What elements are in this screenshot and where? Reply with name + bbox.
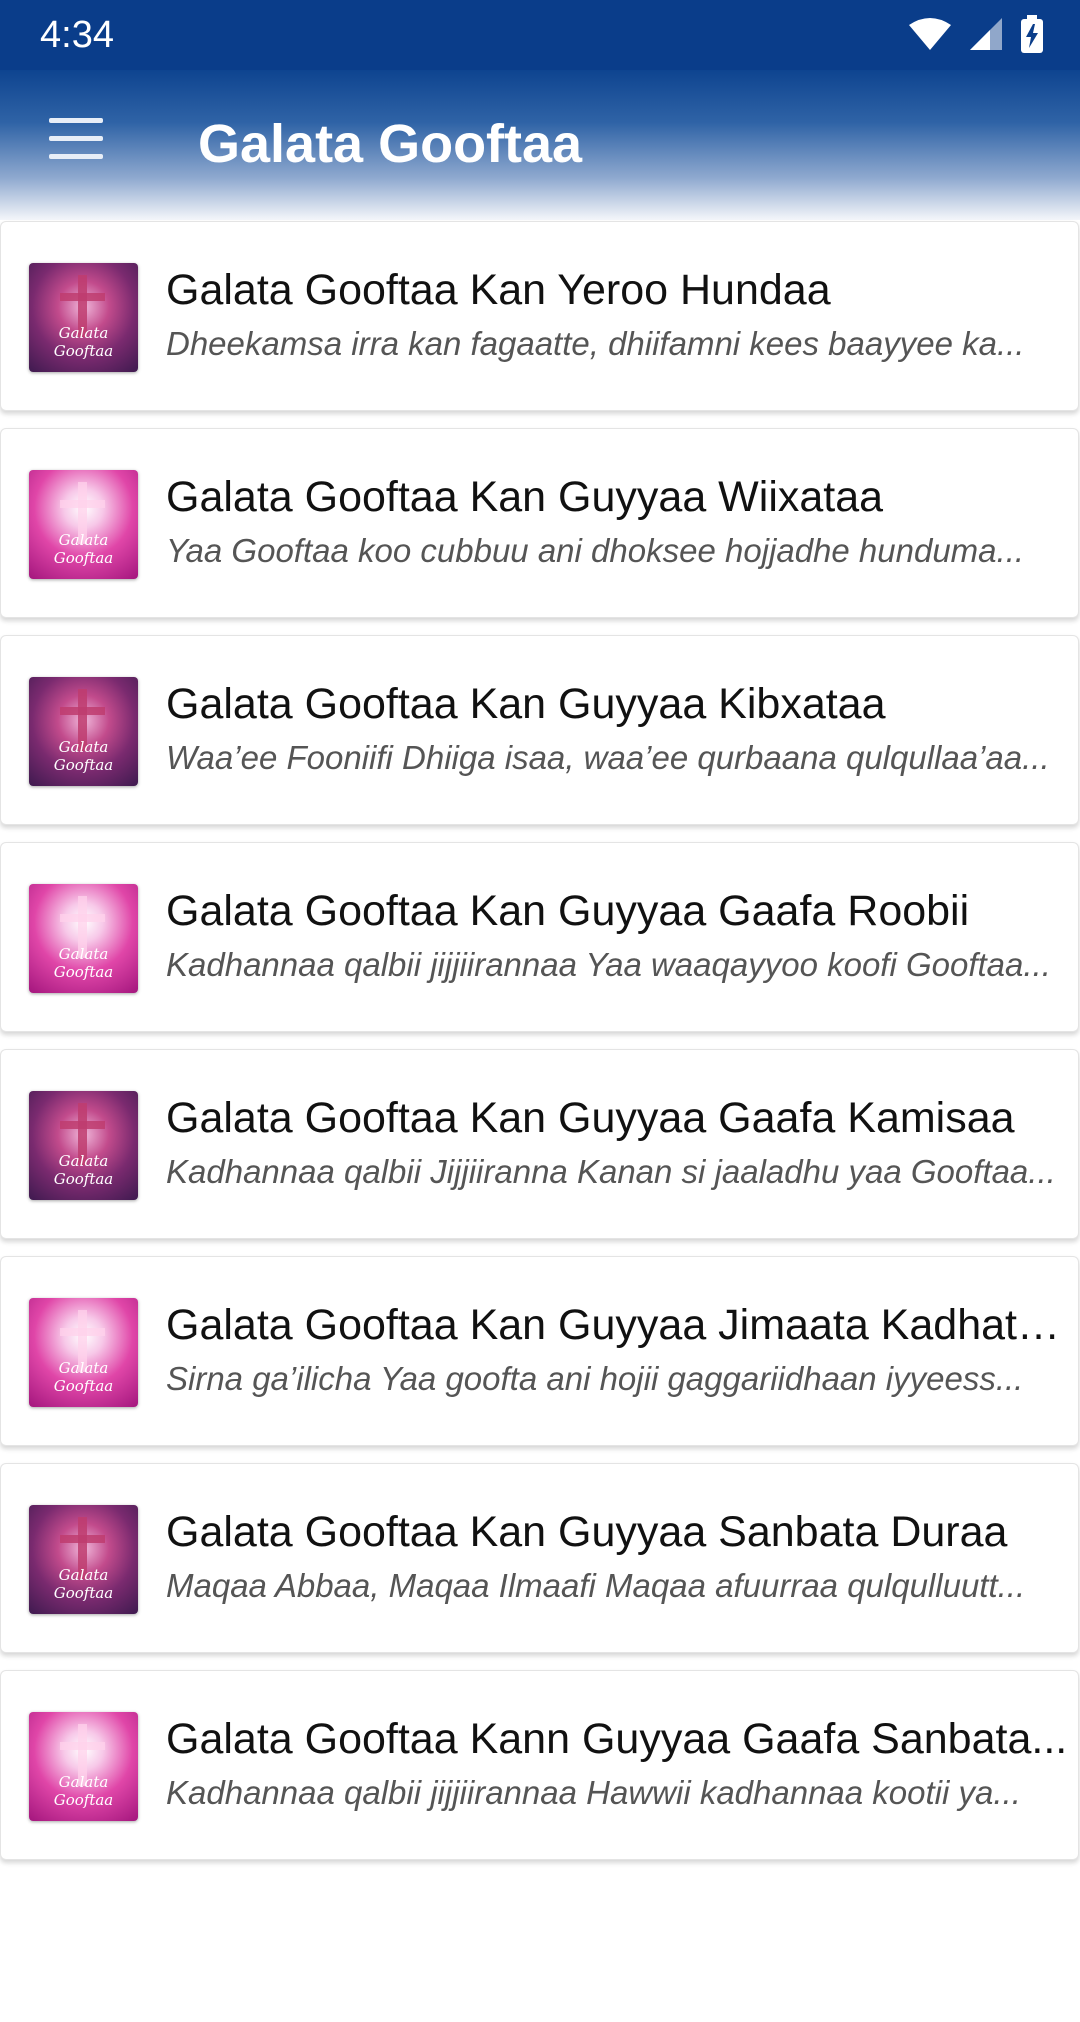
cross-thumbnail-icon: Galata Gooftaa (29, 1091, 138, 1200)
cross-thumbnail-icon: Galata Gooftaa (29, 884, 138, 993)
item-title: Galata Gooftaa Kan Yeroo Hundaa (166, 266, 831, 314)
list-item[interactable]: Galata Gooftaa Galata Gooftaa Kan Guyyaa… (0, 1463, 1079, 1653)
app-bar: Galata Gooftaa (0, 70, 1080, 220)
app-title: Galata Gooftaa (198, 114, 583, 174)
status-icons (908, 14, 1044, 54)
list-item[interactable]: Galata Gooftaa Galata Gooftaa Kan Guyyaa… (0, 428, 1079, 618)
list-item[interactable]: Galata Gooftaa Galata Gooftaa Kan Guyyaa… (0, 1049, 1079, 1239)
item-title: Galata Gooftaa Kan Guyyaa Kibxataa (166, 680, 886, 728)
item-title: Galata Gooftaa Kan Guyyaa Jimaata Kadhat… (166, 1301, 1076, 1349)
item-subtitle: Kadhannaa qalbii jijjiirannaa Hawwii kad… (166, 1774, 1021, 1811)
item-subtitle: Kadhannaa qalbii Jijjiiranna Kanan si ja… (166, 1153, 1056, 1190)
battery-charging-icon (1021, 15, 1043, 53)
thumbnail-logo-text: Galata Gooftaa (53, 945, 114, 981)
item-title: Galata Gooftaa Kan Guyyaa Gaafa Kamisaa (166, 1094, 1015, 1142)
cross-thumbnail-icon: Galata Gooftaa (29, 1505, 138, 1614)
hamburger-menu-icon[interactable] (44, 118, 108, 166)
thumbnail-logo-text: Galata Gooftaa (53, 1773, 114, 1809)
cross-thumbnail-icon: Galata Gooftaa (29, 1298, 138, 1407)
item-subtitle: Maqaa Abbaa, Maqaa Ilmaafi Maqaa afuurra… (166, 1567, 1026, 1604)
thumbnail-logo-text: Galata Gooftaa (53, 324, 114, 360)
thumbnail-logo-text: Galata Gooftaa (53, 531, 114, 567)
item-title: Galata Gooftaa Kan Guyyaa Wiixataa (166, 473, 884, 521)
signal-icon (970, 18, 1002, 50)
list-item[interactable]: Galata Gooftaa Galata Gooftaa Kan Yeroo … (0, 221, 1079, 411)
item-subtitle: Yaa Gooftaa koo cubbuu ani dhoksee hojja… (166, 532, 1025, 569)
item-title: Galata Gooftaa Kan Guyyaa Sanbata Duraa (166, 1508, 1008, 1556)
list-item[interactable]: Galata Gooftaa Galata Gooftaa Kan Guyyaa… (0, 1256, 1079, 1446)
thumbnail-logo-text: Galata Gooftaa (53, 1566, 114, 1602)
list-item[interactable]: Galata Gooftaa Galata Gooftaa Kan Guyyaa… (0, 635, 1079, 825)
list-item[interactable]: Galata Gooftaa Galata Gooftaa Kan Guyyaa… (0, 842, 1079, 1032)
list-item[interactable]: Galata Gooftaa Galata Gooftaa Kann Guyya… (0, 1670, 1079, 1860)
item-subtitle: Waa’ee Fooniifi Dhiiga isaa, waa’ee qurb… (166, 739, 1050, 776)
cross-thumbnail-icon: Galata Gooftaa (29, 1712, 138, 1821)
thumbnail-logo-text: Galata Gooftaa (53, 1359, 114, 1395)
cross-thumbnail-icon: Galata Gooftaa (29, 263, 138, 372)
thumbnail-logo-text: Galata Gooftaa (53, 738, 114, 774)
status-bar: 4:34 (0, 0, 1080, 70)
wifi-icon (909, 18, 951, 50)
item-title: Galata Gooftaa Kann Guyyaa Gaafa Sanbata… (166, 1715, 1068, 1763)
item-subtitle: Dheekamsa irra kan fagaatte, dhiifamni k… (166, 325, 1025, 362)
cross-thumbnail-icon: Galata Gooftaa (29, 470, 138, 579)
item-subtitle: Kadhannaa qalbii jijjiirannaa Yaa waaqay… (166, 946, 1051, 983)
status-time: 4:34 (40, 14, 114, 56)
thumbnail-logo-text: Galata Gooftaa (53, 1152, 114, 1188)
item-title: Galata Gooftaa Kan Guyyaa Gaafa Roobii (166, 887, 970, 935)
item-subtitle: Sirna ga’ilicha Yaa goofta ani hojii gag… (166, 1360, 1024, 1397)
cross-thumbnail-icon: Galata Gooftaa (29, 677, 138, 786)
